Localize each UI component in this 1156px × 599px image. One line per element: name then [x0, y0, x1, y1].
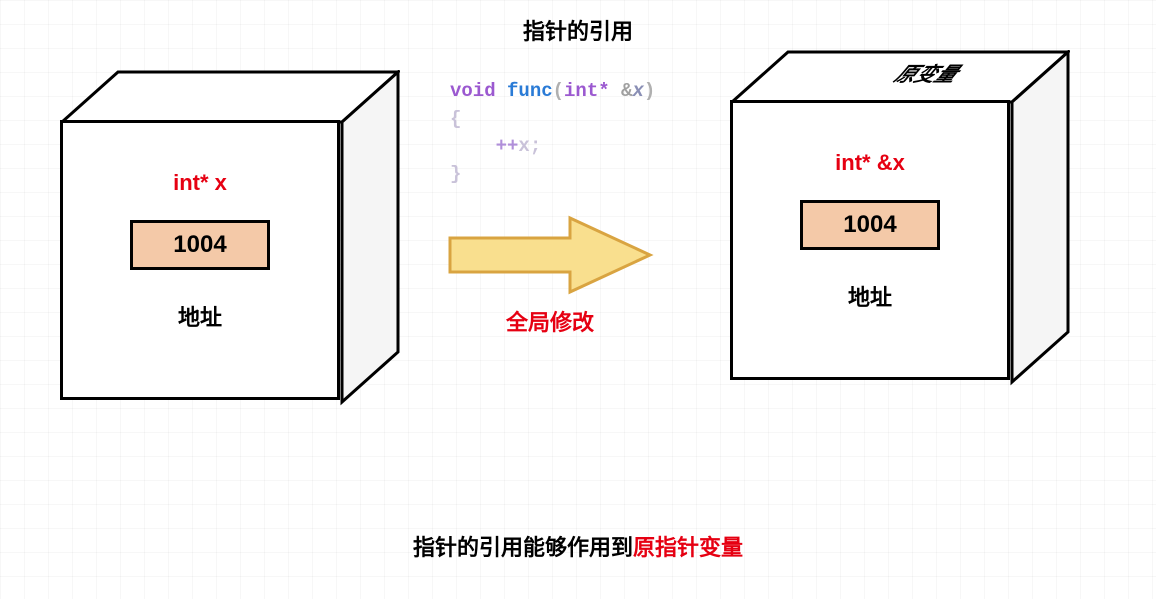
code-op: ++ [496, 135, 519, 157]
footer-part2: 原指针变量 [633, 535, 743, 560]
code-indent [450, 135, 496, 157]
cube-left-side-face [338, 70, 408, 410]
right-variable-label: int* &x [730, 150, 1010, 176]
code-func-name: func [507, 80, 553, 102]
left-address-box: 1004 [130, 220, 270, 270]
arrow-icon [440, 210, 660, 300]
code-snippet: void func(int* &x) { ++x; } [450, 78, 655, 188]
right-address-label: 地址 [730, 280, 1010, 312]
code-lparen: ( [553, 80, 564, 102]
left-variable-label: int* x [60, 170, 340, 196]
code-lbrace: { [450, 108, 461, 130]
code-stmt-var: x [518, 135, 529, 157]
code-rparen: ) [644, 80, 655, 102]
right-address-box: 1004 [800, 200, 940, 250]
cube-right-side-face [1008, 50, 1078, 390]
code-amp: & [621, 80, 632, 102]
code-semi: ; [530, 135, 541, 157]
diagram-title: 指针的引用 [0, 14, 1156, 46]
left-address-label: 地址 [60, 300, 340, 332]
cube-left: int* x 1004 地址 [60, 70, 370, 380]
code-rbrace: } [450, 163, 461, 185]
code-keyword-void: void [450, 80, 496, 102]
footer-text: 指针的引用能够作用到原指针变量 [0, 530, 1156, 562]
code-param-var: x [632, 80, 643, 102]
cube-right: 原变量 int* &x 1004 地址 [730, 50, 1040, 360]
footer-part1: 指针的引用能够作用到 [413, 535, 633, 560]
arrow-caption: 全局修改 [440, 305, 660, 337]
code-type: int* [564, 80, 610, 102]
